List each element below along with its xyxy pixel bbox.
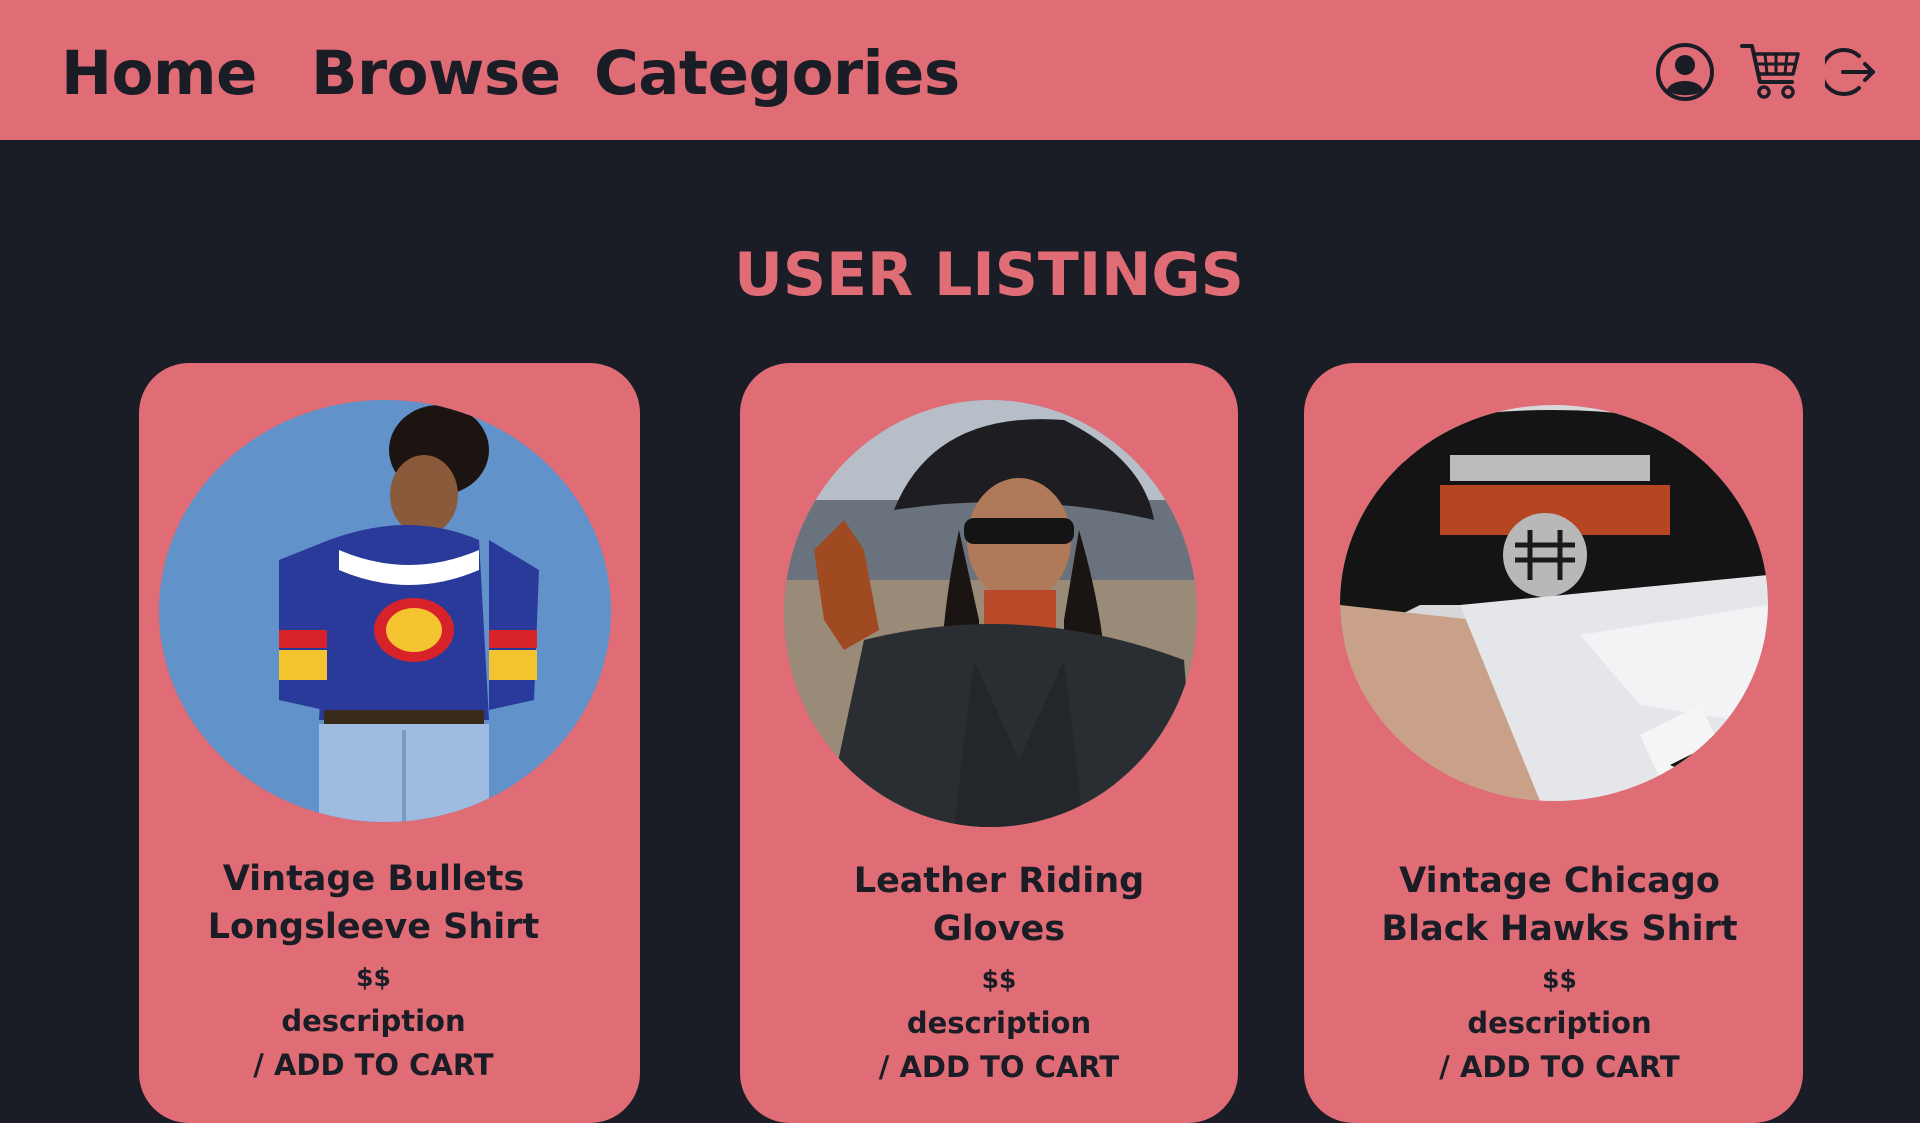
logout-icon[interactable] <box>1819 46 1877 98</box>
listing-description: description <box>1467 1006 1652 1040</box>
listing-photo[interactable] <box>784 400 1197 827</box>
listing-description: description <box>281 1004 466 1038</box>
listing-card[interactable]: Vintage Chicago Black Hawks Shirt $$ des… <box>1304 363 1803 1123</box>
nav-home-link[interactable]: Home <box>61 38 257 109</box>
listing-title: Leather Riding Gloves <box>853 861 1145 949</box>
listing-price: $$ <box>1542 965 1577 994</box>
nav-categories-link[interactable]: Categories <box>594 38 960 109</box>
nav-browse-link[interactable]: Browse <box>311 38 561 109</box>
listing-photo[interactable] <box>159 400 611 822</box>
listing-title: Vintage Chicago Black Hawks Shirt <box>1381 861 1738 949</box>
listing-info: Vintage Chicago Black Hawks Shirt $$ des… <box>1310 857 1809 1085</box>
listing-photo[interactable] <box>1340 405 1768 801</box>
listing-price: $$ <box>356 963 391 992</box>
listing-description: description <box>906 1006 1092 1040</box>
listing-info: Vintage Bullets Longsleeve Shirt $$ desc… <box>123 855 624 1083</box>
listing-price: $$ <box>981 965 1017 994</box>
page-title: USER LISTINGS <box>734 240 1244 310</box>
listing-title: Vintage Bullets Longsleeve Shirt <box>207 859 540 947</box>
add-to-cart-link[interactable]: / ADD TO CART <box>123 1047 624 1083</box>
profile-icon[interactable] <box>1655 42 1715 102</box>
top-navbar: Home Browse Categories <box>0 0 1920 140</box>
listing-card[interactable]: Vintage Bullets Longsleeve Shirt $$ desc… <box>139 363 640 1123</box>
listing-info: Leather Riding Gloves $$ description / A… <box>750 857 1248 1085</box>
listing-card[interactable]: Leather Riding Gloves $$ description / A… <box>740 363 1238 1123</box>
cart-icon[interactable] <box>1738 40 1802 104</box>
